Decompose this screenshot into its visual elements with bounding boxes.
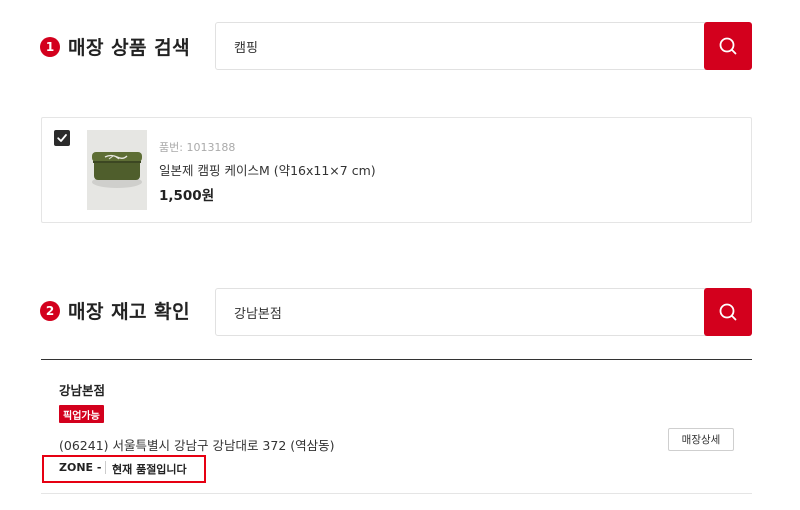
search-icon [719,303,737,321]
search-icon [719,37,737,55]
store-detail-button[interactable]: 매장상세 [668,428,734,451]
zone-label: ZONE - [59,461,102,474]
step-number-badge: 2 [40,300,60,321]
pickup-available-badge: 픽업가능 [59,405,104,423]
section-title-product-search: 1 매장 상품 검색 [40,33,190,60]
product-search-input[interactable] [216,23,751,69]
product-search-box [215,22,752,70]
store-address: (06241) 서울특별시 강남구 강남대로 372 (역삼동) [59,438,335,453]
results-bottom-divider [41,493,752,494]
store-search-input[interactable] [216,289,751,335]
store-search-box [215,288,752,336]
step-number-badge: 1 [40,36,60,57]
results-top-divider [41,359,752,360]
section-heading: 매장 재고 확인 [68,301,191,323]
section-title-store-stock: 2 매장 재고 확인 [40,297,190,324]
product-code: 품번: 1013188 [159,141,236,154]
zone-separator [105,461,106,474]
product-price: 1,500원 [159,188,215,204]
stock-status: 현재 품절입니다 [112,463,187,476]
product-checkbox[interactable] [54,130,70,146]
store-name: 강남본점 [59,383,106,398]
store-search-button[interactable] [704,288,752,336]
product-image [87,130,147,210]
product-card[interactable]: 품번: 1013188 일본제 캠핑 케이스M (약16x11×7 cm) 1,… [41,117,752,223]
check-icon [57,134,67,142]
section-heading: 매장 상품 검색 [68,37,191,59]
product-name: 일본제 캠핑 케이스M (약16x11×7 cm) [159,163,376,178]
product-search-button[interactable] [704,22,752,70]
